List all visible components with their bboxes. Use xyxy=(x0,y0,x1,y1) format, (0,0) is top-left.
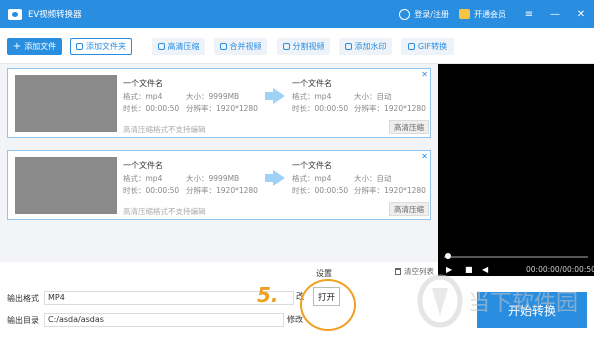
video-preview: ▶ ■ ◀ 00:00:00/00:00:50 xyxy=(438,64,594,276)
file-item[interactable]: 一个文件名 格式：mp4 大小：9999MB 时长：00:00:50 分辨率：1… xyxy=(7,150,431,220)
hd-compress-item-button[interactable]: 高清压缩 xyxy=(389,202,429,216)
hd-compress-label: 高清压缩 xyxy=(167,42,200,51)
seek-handle[interactable] xyxy=(445,253,451,259)
login-button[interactable]: 登录/注册 xyxy=(399,8,449,20)
plus-icon: + xyxy=(12,41,22,52)
compress-icon xyxy=(157,43,165,50)
edit-note: 高清压缩格式不支持编辑 xyxy=(123,125,206,134)
output-file-name: 一个文件名 xyxy=(292,79,332,88)
output-size: 大小：自动 xyxy=(354,92,392,101)
gif-icon xyxy=(407,43,415,50)
highlight-circle xyxy=(300,279,356,331)
gif-convert-label: GIF转换 xyxy=(417,42,448,51)
edit-note: 高清压缩格式不支持编辑 xyxy=(123,207,206,216)
source-file-name: 一个文件名 xyxy=(123,79,163,88)
video-thumbnail xyxy=(15,75,117,132)
output-duration: 时长：00:00:50 xyxy=(292,186,349,195)
vip-label: 开通会员 xyxy=(474,9,506,19)
volume-icon[interactable]: ◀ xyxy=(482,265,488,274)
user-icon xyxy=(399,8,411,20)
remove-item-icon[interactable]: ✕ xyxy=(421,70,428,79)
hd-compress-item-button[interactable]: 高清压缩 xyxy=(389,120,429,134)
remove-item-icon[interactable]: ✕ xyxy=(421,152,428,161)
clear-list-label: 清空列表 xyxy=(404,267,434,276)
source-duration: 时长：00:00:50 xyxy=(123,186,180,195)
split-icon xyxy=(282,43,290,50)
merge-icon xyxy=(219,43,227,50)
output-dir-field[interactable]: C:/asda/asdas xyxy=(44,313,284,327)
output-format: 格式：mp4 xyxy=(292,174,332,183)
playback-time: 00:00:00/00:00:50 xyxy=(526,265,594,274)
step-number: 5. xyxy=(257,283,279,307)
add-file-label: 添加文件 xyxy=(24,42,57,51)
merge-video-button[interactable]: 合并视频 xyxy=(214,38,267,55)
source-format: 格式：mp4 xyxy=(123,92,163,101)
split-video-label: 分割视频 xyxy=(292,42,325,51)
source-resolution: 分辨率：1920*1280 xyxy=(186,104,258,113)
trash-icon xyxy=(395,268,401,275)
crown-icon xyxy=(459,9,470,19)
watermark-icon xyxy=(344,43,352,50)
add-folder-button[interactable]: 添加文件夹 xyxy=(70,38,132,55)
menu-icon[interactable]: ≡ xyxy=(516,9,542,20)
split-video-button[interactable]: 分割视频 xyxy=(277,38,330,55)
title-bar: EV视频转换器 登录/注册 开通会员 ≡ — ✕ xyxy=(0,0,594,28)
source-size: 大小：9999MB xyxy=(186,174,240,183)
file-list: 一个文件名 格式：mp4 大小：9999MB 时长：00:00:50 分辨率：1… xyxy=(0,64,438,262)
output-resolution: 分辨率：1920*1280 xyxy=(354,104,426,113)
hd-compress-button[interactable]: 高清压缩 xyxy=(152,38,205,55)
minimize-icon[interactable]: — xyxy=(542,9,568,20)
file-item[interactable]: 一个文件名 格式：mp4 大小：9999MB 时长：00:00:50 分辨率：1… xyxy=(7,68,431,138)
close-icon[interactable]: ✕ xyxy=(568,9,594,20)
seek-bar[interactable] xyxy=(444,256,588,258)
merge-video-label: 合并视频 xyxy=(229,42,262,51)
play-icon[interactable]: ▶ xyxy=(446,265,452,274)
login-label: 登录/注册 xyxy=(414,9,449,19)
add-watermark-label: 添加水印 xyxy=(354,42,387,51)
stop-icon[interactable]: ■ xyxy=(465,265,473,274)
source-resolution: 分辨率：1920*1280 xyxy=(186,186,258,195)
settings-label: 设置 xyxy=(316,269,332,278)
vip-button[interactable]: 开通会员 xyxy=(459,9,506,20)
add-watermark-button[interactable]: 添加水印 xyxy=(339,38,392,55)
source-file-name: 一个文件名 xyxy=(123,161,163,170)
output-format-label: 输出格式 xyxy=(7,294,39,303)
video-thumbnail xyxy=(15,157,117,214)
folder-icon xyxy=(76,43,83,50)
start-convert-button[interactable]: 开始转换 xyxy=(477,292,587,328)
source-format: 格式：mp4 xyxy=(123,174,163,183)
app-title: EV视频转换器 xyxy=(28,10,82,20)
add-folder-label: 添加文件夹 xyxy=(86,42,126,51)
modify-dir-button[interactable]: 修改 xyxy=(287,314,303,325)
output-format: 格式：mp4 xyxy=(292,92,332,101)
start-convert-label: 开始转换 xyxy=(507,303,556,318)
gif-convert-button[interactable]: GIF转换 xyxy=(401,38,454,55)
output-file-name: 一个文件名 xyxy=(292,161,332,170)
add-file-button[interactable]: + 添加文件 xyxy=(7,38,62,55)
output-duration: 时长：00:00:50 xyxy=(292,104,349,113)
toolbar: + 添加文件 添加文件夹 高清压缩 合并视频 分割视频 添加水印 GIF转换 xyxy=(0,28,594,64)
clear-list-button[interactable]: 清空列表 xyxy=(395,266,434,277)
source-size: 大小：9999MB xyxy=(186,92,240,101)
app-logo-icon xyxy=(8,8,22,20)
source-duration: 时长：00:00:50 xyxy=(123,104,180,113)
output-dir-label: 输出目录 xyxy=(7,316,39,325)
output-resolution: 分辨率：1920*1280 xyxy=(354,186,426,195)
output-size: 大小：自动 xyxy=(354,174,392,183)
